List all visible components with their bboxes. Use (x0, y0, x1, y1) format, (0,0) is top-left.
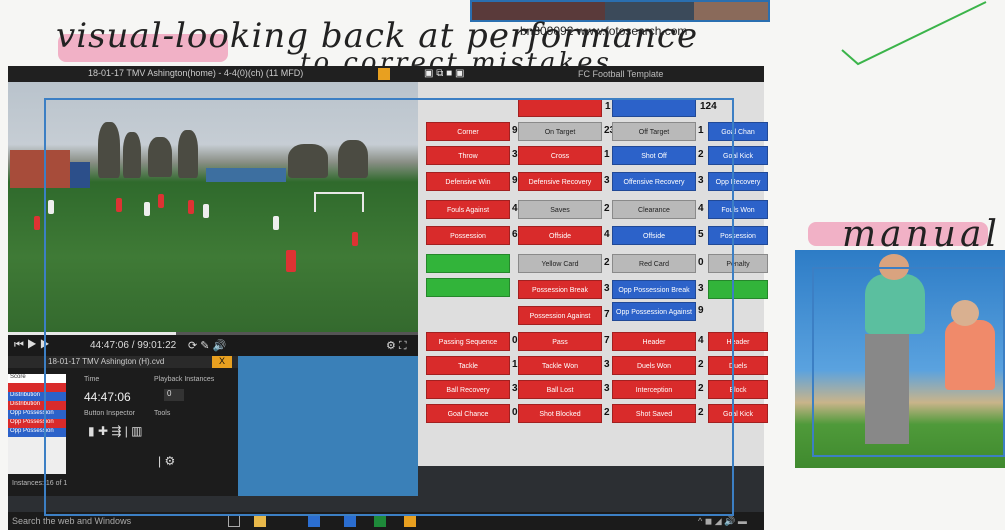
player (34, 216, 40, 230)
search-box[interactable]: Search the web and Windows (12, 516, 131, 526)
highlight-outline (812, 267, 1005, 457)
app-icon[interactable] (344, 515, 356, 527)
window-icons[interactable]: ▣ ⧉ ■ ▣ (424, 68, 464, 79)
onenote-icon[interactable] (404, 515, 416, 527)
close-icon[interactable] (378, 68, 390, 80)
tagging-title: FC Football Template (578, 69, 664, 79)
check-mark-icon (841, 1, 987, 66)
tagging-titlebar: ▣ ⧉ ■ ▣ FC Football Template (418, 66, 764, 82)
file-explorer-icon[interactable] (254, 515, 266, 527)
highlight-outline (44, 98, 734, 516)
system-tray-icon[interactable]: ^ ◼ ◢ 🔊 ▬ (698, 516, 747, 527)
task-view-icon[interactable] (228, 515, 240, 527)
excel-icon[interactable] (374, 515, 386, 527)
handwritten-label-manual: manual (842, 214, 1001, 255)
video-title: 18-01-17 TMV Ashington(home) - 4-4(0)(ch… (8, 66, 418, 82)
word-icon[interactable] (308, 515, 320, 527)
